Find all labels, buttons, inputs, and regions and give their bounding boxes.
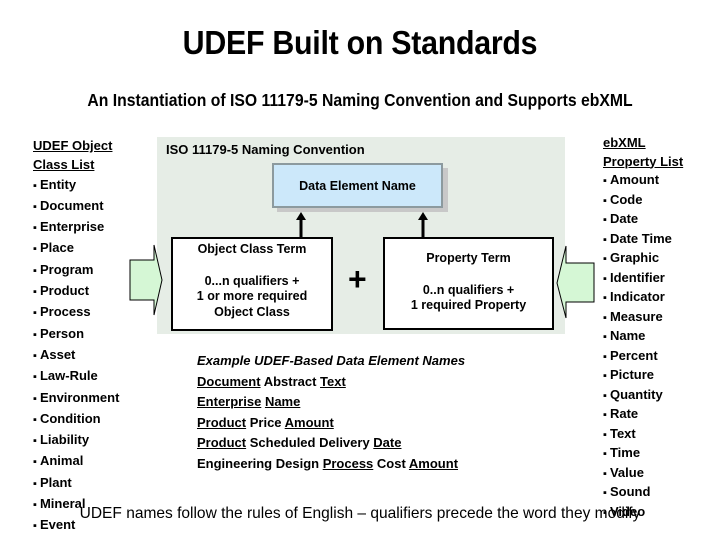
- property-item: Picture: [603, 366, 683, 386]
- property-item: Percent: [603, 347, 683, 367]
- property-item: Code: [603, 191, 683, 211]
- property-item: Name: [603, 327, 683, 347]
- example-term-underlined: Product: [197, 414, 247, 430]
- property-item: Measure: [603, 308, 683, 328]
- property-item: Date Time: [603, 230, 683, 250]
- property-item: Graphic: [603, 249, 683, 269]
- footer-note: UDEF names follow the rules of English –…: [79, 505, 641, 522]
- example-term-underlined: Amount: [284, 414, 334, 430]
- example-term: Scheduled Delivery: [246, 435, 374, 450]
- example-term-underlined: Date: [373, 435, 402, 450]
- property-item: Value: [603, 464, 683, 484]
- example-term-underlined: Name: [264, 394, 301, 409]
- property-item: Date: [603, 210, 683, 230]
- example-term-underlined: Document: [197, 373, 261, 389]
- property-item: Amount: [603, 171, 683, 191]
- property-item: Sound: [603, 483, 683, 503]
- example-term-underlined: Amount: [408, 455, 459, 471]
- example-row: Document Abstract Text: [197, 372, 465, 393]
- example-row: Enterprise Name: [197, 392, 465, 413]
- example-row: Product Price Amount: [197, 413, 465, 434]
- example-row: Product Scheduled Delivery Date: [197, 433, 465, 454]
- example-term: Abstract: [260, 373, 321, 389]
- example-rows: Document Abstract Text Enterprise Name Pro…: [197, 372, 465, 475]
- example-term: Engineering Design: [197, 455, 323, 471]
- property-item: Rate: [603, 405, 683, 425]
- right-green-arrow-icon: [556, 245, 595, 319]
- property-list-header-line2: Property List: [603, 153, 684, 169]
- up-arrow-property: [418, 212, 428, 237]
- property-list: ebXML Property List AmountCodeDateDate T…: [603, 134, 683, 522]
- property-item: Indicator: [603, 288, 683, 308]
- property-item: Text: [603, 425, 683, 445]
- examples-section: Example UDEF-Based Data Element Names Do…: [197, 351, 465, 474]
- example-term-underlined: Product: [197, 435, 247, 450]
- property-item: Quantity: [603, 386, 683, 406]
- property-item: Time: [603, 444, 683, 464]
- example-term: Cost: [373, 455, 409, 471]
- property-items: AmountCodeDateDate TimeGraphicIdentifier…: [603, 171, 683, 522]
- example-term: Price: [246, 414, 285, 430]
- property-item: Identifier: [603, 269, 683, 289]
- example-term-underlined: Text: [320, 373, 346, 389]
- example-row: Engineering Design Process Cost Amount: [197, 454, 465, 475]
- examples-title: Example UDEF-Based Data Element Names: [197, 353, 466, 368]
- up-arrow-object-class: [296, 212, 306, 237]
- left-green-arrow-icon: [129, 244, 163, 316]
- property-list-header-line1: ebXML: [603, 135, 646, 150]
- example-term-underlined: Enterprise: [197, 394, 262, 409]
- example-term-underlined: Process: [322, 455, 374, 471]
